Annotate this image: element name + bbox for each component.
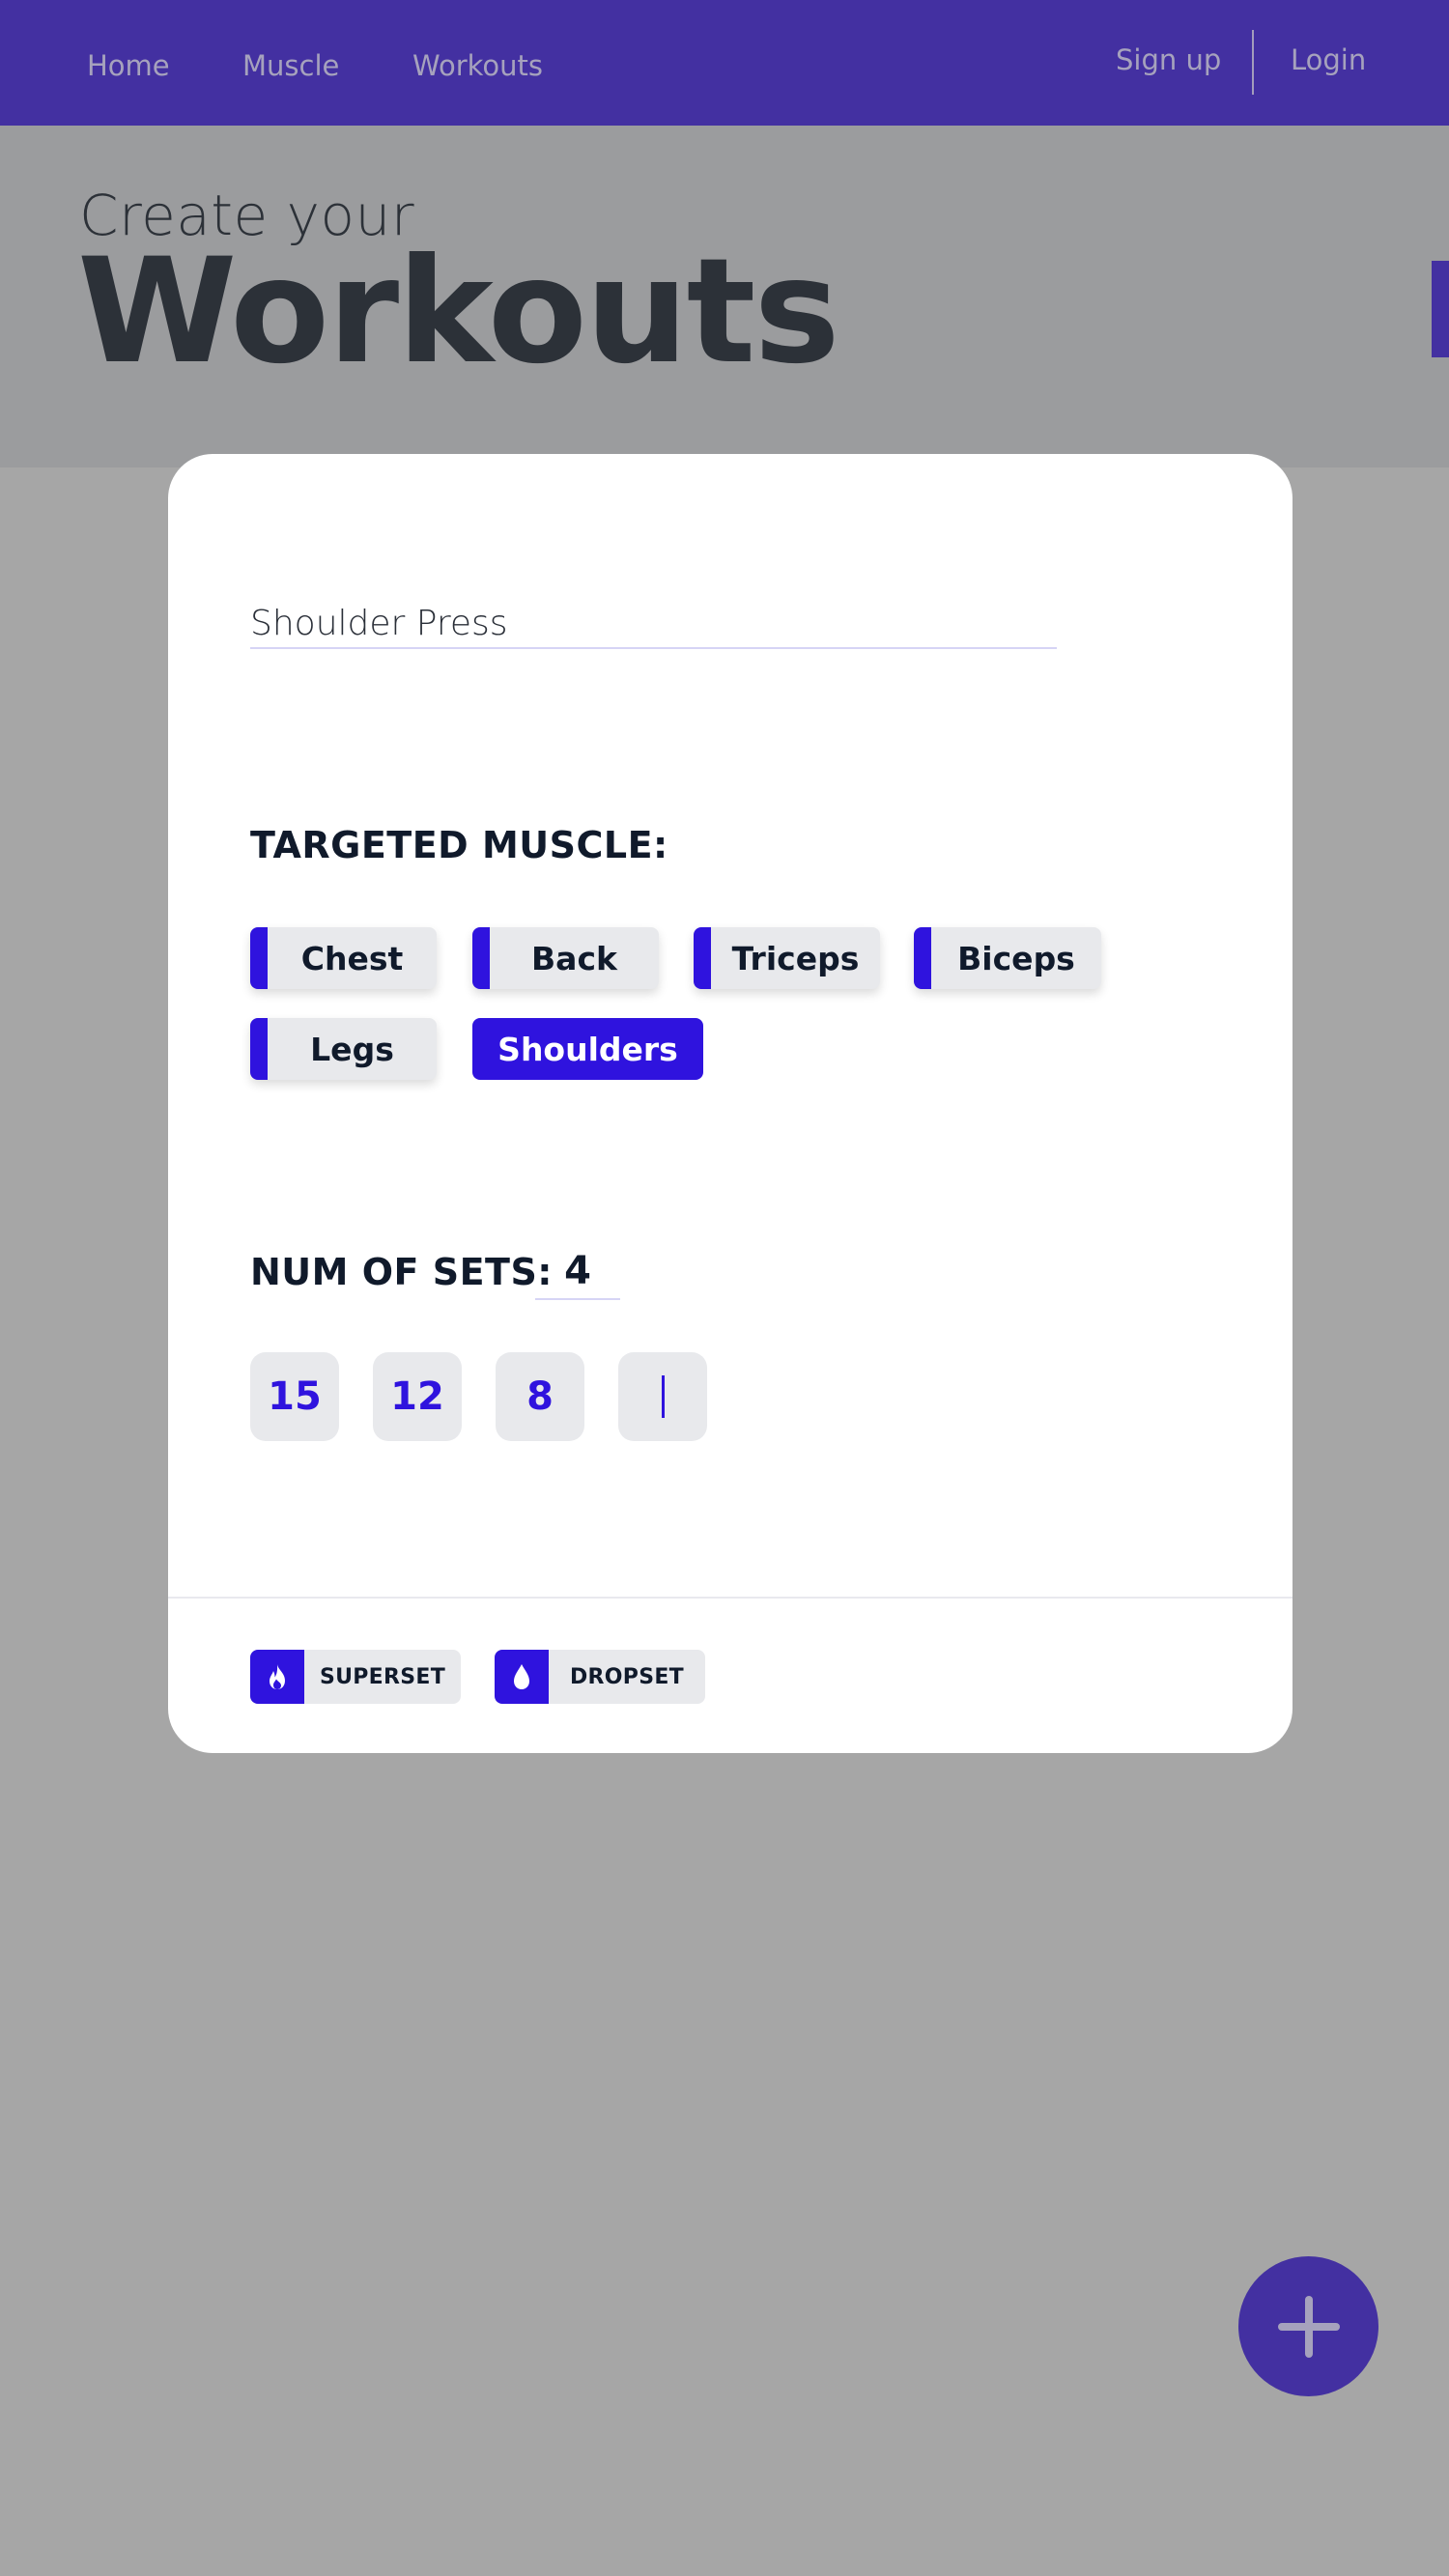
- chip-label: Legs: [310, 1030, 394, 1068]
- nav-link-workouts[interactable]: Workouts: [412, 48, 543, 83]
- rep-input-1[interactable]: 15: [250, 1352, 339, 1441]
- rep-input-3[interactable]: 8: [496, 1352, 584, 1441]
- add-workout-button[interactable]: [1238, 2256, 1378, 2396]
- muscle-chip-chest[interactable]: Chest: [250, 927, 437, 989]
- chip-label: Shoulders: [497, 1030, 678, 1068]
- signup-link[interactable]: Sign up: [1116, 42, 1221, 77]
- muscle-chip-legs[interactable]: Legs: [250, 1018, 437, 1080]
- drop-icon: [495, 1650, 549, 1704]
- dropset-toggle[interactable]: DROPSET: [495, 1650, 705, 1704]
- rep-input-2[interactable]: 12: [373, 1352, 462, 1441]
- chip-accent-bar: [250, 1018, 268, 1080]
- muscle-chip-triceps[interactable]: Triceps: [694, 927, 880, 989]
- top-navbar: Home Muscle Workouts Sign up Login: [0, 0, 1449, 126]
- hero-section: Create your Workouts: [0, 126, 1449, 467]
- nav-divider: [1252, 30, 1254, 95]
- superset-label: SUPERSET: [319, 1664, 446, 1689]
- muscle-chip-biceps[interactable]: Biceps: [914, 927, 1101, 989]
- nav-link-muscle[interactable]: Muscle: [242, 48, 339, 83]
- chip-label: Chest: [300, 939, 404, 977]
- num-sets-label: NUM OF SETS:: [250, 1251, 554, 1293]
- chip-label: Triceps: [731, 939, 860, 977]
- text-cursor: [661, 1375, 665, 1418]
- chip-accent-bar: [694, 927, 711, 989]
- chip-label: Back: [531, 939, 617, 977]
- login-link[interactable]: Login: [1291, 42, 1366, 77]
- targeted-muscle-label: TARGETED MUSCLE:: [250, 824, 668, 866]
- chip-accent-bar: [472, 927, 490, 989]
- nav-link-home[interactable]: Home: [87, 48, 170, 83]
- create-workout-card: TARGETED MUSCLE: Chest Back Triceps Bice…: [168, 454, 1293, 1753]
- chip-label: Biceps: [957, 939, 1075, 977]
- card-divider: [168, 1597, 1293, 1599]
- exercise-name-input[interactable]: [250, 599, 1057, 649]
- chip-accent-bar: [914, 927, 931, 989]
- hero-title: Workouts: [77, 228, 840, 396]
- chip-accent-bar: [250, 927, 268, 989]
- muscle-chip-back[interactable]: Back: [472, 927, 659, 989]
- rep-input-4[interactable]: [618, 1352, 707, 1441]
- plus-icon: [1277, 2295, 1340, 2358]
- flame-icon: [250, 1650, 304, 1704]
- muscle-chip-shoulders[interactable]: Shoulders: [472, 1018, 703, 1080]
- superset-toggle[interactable]: SUPERSET: [250, 1650, 461, 1704]
- hero-accent-bar: [1432, 261, 1449, 357]
- num-sets-input[interactable]: [535, 1244, 620, 1300]
- dropset-label: DROPSET: [569, 1664, 684, 1689]
